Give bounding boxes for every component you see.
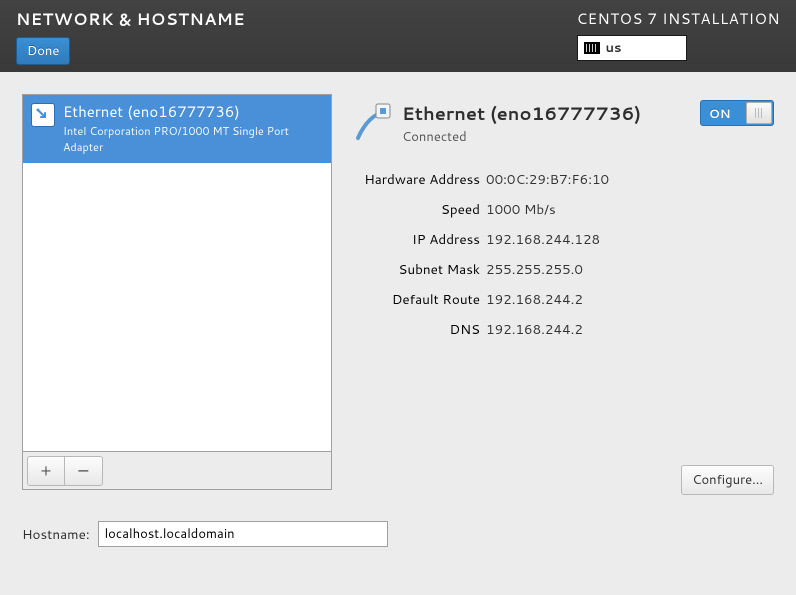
detail-row-subnet: Subnet Mask 255.255.255.0 <box>350 260 774 279</box>
remove-nic-button[interactable]: − <box>65 456 103 486</box>
detail-row-hwaddr: Hardware Address 00:0C:29:B7:F6:10 <box>350 170 774 189</box>
connection-toggle[interactable]: ON <box>700 100 774 126</box>
keyboard-layout-selector[interactable]: us <box>577 35 687 61</box>
configure-button[interactable]: Configure... <box>681 465 774 495</box>
detail-value: 00:0C:29:B7:F6:10 <box>486 170 609 189</box>
detail-row-route: Default Route 192.168.244.2 <box>350 290 774 309</box>
nic-list-toolbar: + − <box>22 452 332 490</box>
detail-row-dns: DNS 192.168.244.2 <box>350 320 774 339</box>
detail-value: 192.168.244.2 <box>486 320 583 339</box>
connection-title: Ethernet (eno16777736) <box>402 100 641 126</box>
detail-value: 192.168.244.128 <box>486 230 600 249</box>
add-nic-button[interactable]: + <box>27 456 65 486</box>
done-button[interactable]: Done <box>16 37 70 65</box>
detail-label: IP Address <box>350 230 480 249</box>
nic-item-subtitle: Intel Corporation PRO/1000 MT Single Por… <box>63 123 323 155</box>
hostname-label: Hostname: <box>22 525 90 544</box>
nic-item-title: Ethernet (eno16777736) <box>63 101 323 122</box>
top-bar: NETWORK & HOSTNAME Done CENTOS 7 INSTALL… <box>0 0 796 72</box>
left-column: Ethernet (eno16777736) Intel Corporation… <box>22 94 332 490</box>
ethernet-large-icon <box>350 100 396 146</box>
top-bar-right: CENTOS 7 INSTALLATION us <box>577 8 780 61</box>
keyboard-layout-label: us <box>606 39 622 57</box>
right-column: Ethernet (eno16777736) Connected ON Hard… <box>350 94 774 490</box>
detail-label: DNS <box>350 320 480 339</box>
detail-label: Hardware Address <box>350 170 480 189</box>
detail-row-ip: IP Address 192.168.244.128 <box>350 230 774 249</box>
detail-value: 1000 Mb/s <box>486 200 556 219</box>
connection-details: Hardware Address 00:0C:29:B7:F6:10 Speed… <box>350 170 774 339</box>
toggle-knob <box>746 102 772 124</box>
ethernet-icon <box>31 103 55 127</box>
content-area: Ethernet (eno16777736) Intel Corporation… <box>0 72 796 512</box>
nic-list-item[interactable]: Ethernet (eno16777736) Intel Corporation… <box>23 95 331 163</box>
connection-header: Ethernet (eno16777736) Connected ON <box>350 100 774 146</box>
toggle-label: ON <box>701 105 745 122</box>
hostname-row: Hostname: <box>22 521 388 547</box>
detail-value: 192.168.244.2 <box>486 290 583 309</box>
nic-list[interactable]: Ethernet (eno16777736) Intel Corporation… <box>22 94 332 452</box>
detail-label: Speed <box>350 200 480 219</box>
hostname-input[interactable] <box>98 521 388 547</box>
connection-status: Connected <box>402 128 641 146</box>
detail-label: Default Route <box>350 290 480 309</box>
detail-value: 255.255.255.0 <box>486 260 583 279</box>
detail-label: Subnet Mask <box>350 260 480 279</box>
detail-row-speed: Speed 1000 Mb/s <box>350 200 774 219</box>
installer-title: CENTOS 7 INSTALLATION <box>577 8 780 29</box>
keyboard-icon <box>584 42 600 54</box>
